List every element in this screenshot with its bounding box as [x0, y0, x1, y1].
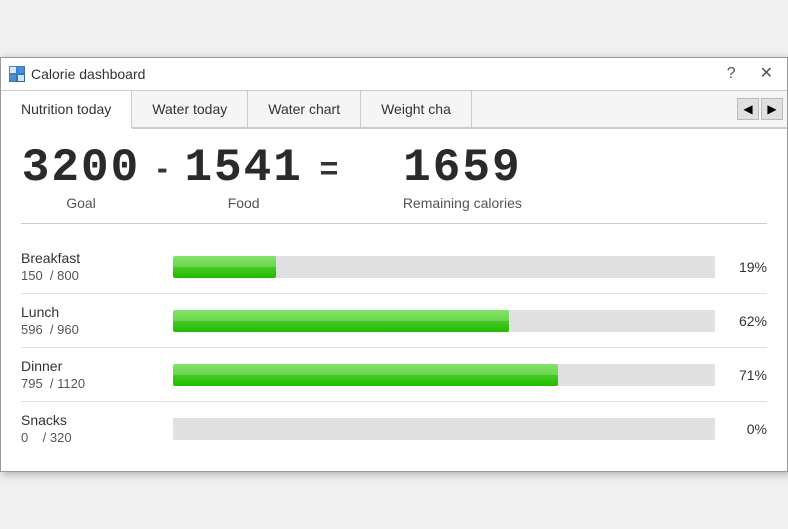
minus-operator: -: [141, 150, 184, 187]
goal-group: 3200 Goal: [21, 145, 141, 211]
progress-fill-dinner: [173, 364, 558, 386]
meal-calories-snacks: 0 / 320: [21, 430, 161, 445]
goal-label: Goal: [66, 195, 96, 211]
meal-percent-dinner: 71%: [727, 367, 767, 383]
goal-value: 3200: [22, 145, 140, 191]
tab-nutrition-today[interactable]: Nutrition today: [1, 91, 132, 129]
main-window: Calorie dashboard ? ✕ Nutrition today Wa…: [0, 57, 788, 472]
progress-bar-snacks: [173, 418, 715, 440]
tab-weight-chart[interactable]: Weight cha: [361, 91, 472, 127]
title-bar-controls: ? ✕: [721, 64, 779, 84]
tab-navigation: ◀ ▶: [737, 98, 787, 120]
meal-row-breakfast: Breakfast 150 / 800 19%: [21, 240, 767, 294]
food-label: Food: [228, 195, 260, 211]
food-group: 1541 Food: [184, 145, 304, 211]
progress-bar-lunch: [173, 310, 715, 332]
tab-water-today[interactable]: Water today: [132, 91, 248, 127]
meal-info-lunch: Lunch 596 / 960: [21, 304, 161, 337]
meal-percent-snacks: 0%: [727, 421, 767, 437]
tab-bar: Nutrition today Water today Water chart …: [1, 91, 787, 129]
meal-info-snacks: Snacks 0 / 320: [21, 412, 161, 445]
close-button[interactable]: ✕: [754, 64, 779, 84]
meals-list: Breakfast 150 / 800 19% Lunch 596 / 960: [21, 240, 767, 455]
meal-name-lunch: Lunch: [21, 304, 161, 320]
meal-name-dinner: Dinner: [21, 358, 161, 374]
tab-prev-button[interactable]: ◀: [737, 98, 759, 120]
progress-fill-lunch: [173, 310, 509, 332]
meal-calories-breakfast: 150 / 800: [21, 268, 161, 283]
tab-water-chart[interactable]: Water chart: [248, 91, 361, 127]
content-area: 3200 Goal - 1541 Food = 1659 Remaining c…: [1, 129, 787, 471]
meal-info-dinner: Dinner 795 / 1120: [21, 358, 161, 391]
meal-calories-dinner: 795 / 1120: [21, 376, 161, 391]
window-title: Calorie dashboard: [31, 66, 715, 82]
remaining-value: 1659: [403, 145, 521, 191]
meal-calories-lunch: 596 / 960: [21, 322, 161, 337]
meal-row-dinner: Dinner 795 / 1120 71%: [21, 348, 767, 402]
remaining-label: Remaining calories: [403, 195, 522, 211]
tab-next-button[interactable]: ▶: [761, 98, 783, 120]
meal-row-snacks: Snacks 0 / 320 0%: [21, 402, 767, 455]
meal-name-snacks: Snacks: [21, 412, 161, 428]
food-value: 1541: [184, 145, 302, 191]
calorie-summary: 3200 Goal - 1541 Food = 1659 Remaining c…: [21, 145, 767, 224]
meal-name-breakfast: Breakfast: [21, 250, 161, 266]
progress-bar-breakfast: [173, 256, 715, 278]
equals-operator: =: [304, 150, 353, 187]
progress-bar-dinner: [173, 364, 715, 386]
app-icon: [9, 66, 25, 82]
meal-row-lunch: Lunch 596 / 960 62%: [21, 294, 767, 348]
meal-info-breakfast: Breakfast 150 / 800: [21, 250, 161, 283]
meal-percent-breakfast: 19%: [727, 259, 767, 275]
remaining-group: 1659 Remaining calories: [372, 145, 552, 211]
meal-percent-lunch: 62%: [727, 313, 767, 329]
progress-fill-breakfast: [173, 256, 276, 278]
title-bar: Calorie dashboard ? ✕: [1, 58, 787, 91]
help-button[interactable]: ?: [721, 64, 742, 84]
